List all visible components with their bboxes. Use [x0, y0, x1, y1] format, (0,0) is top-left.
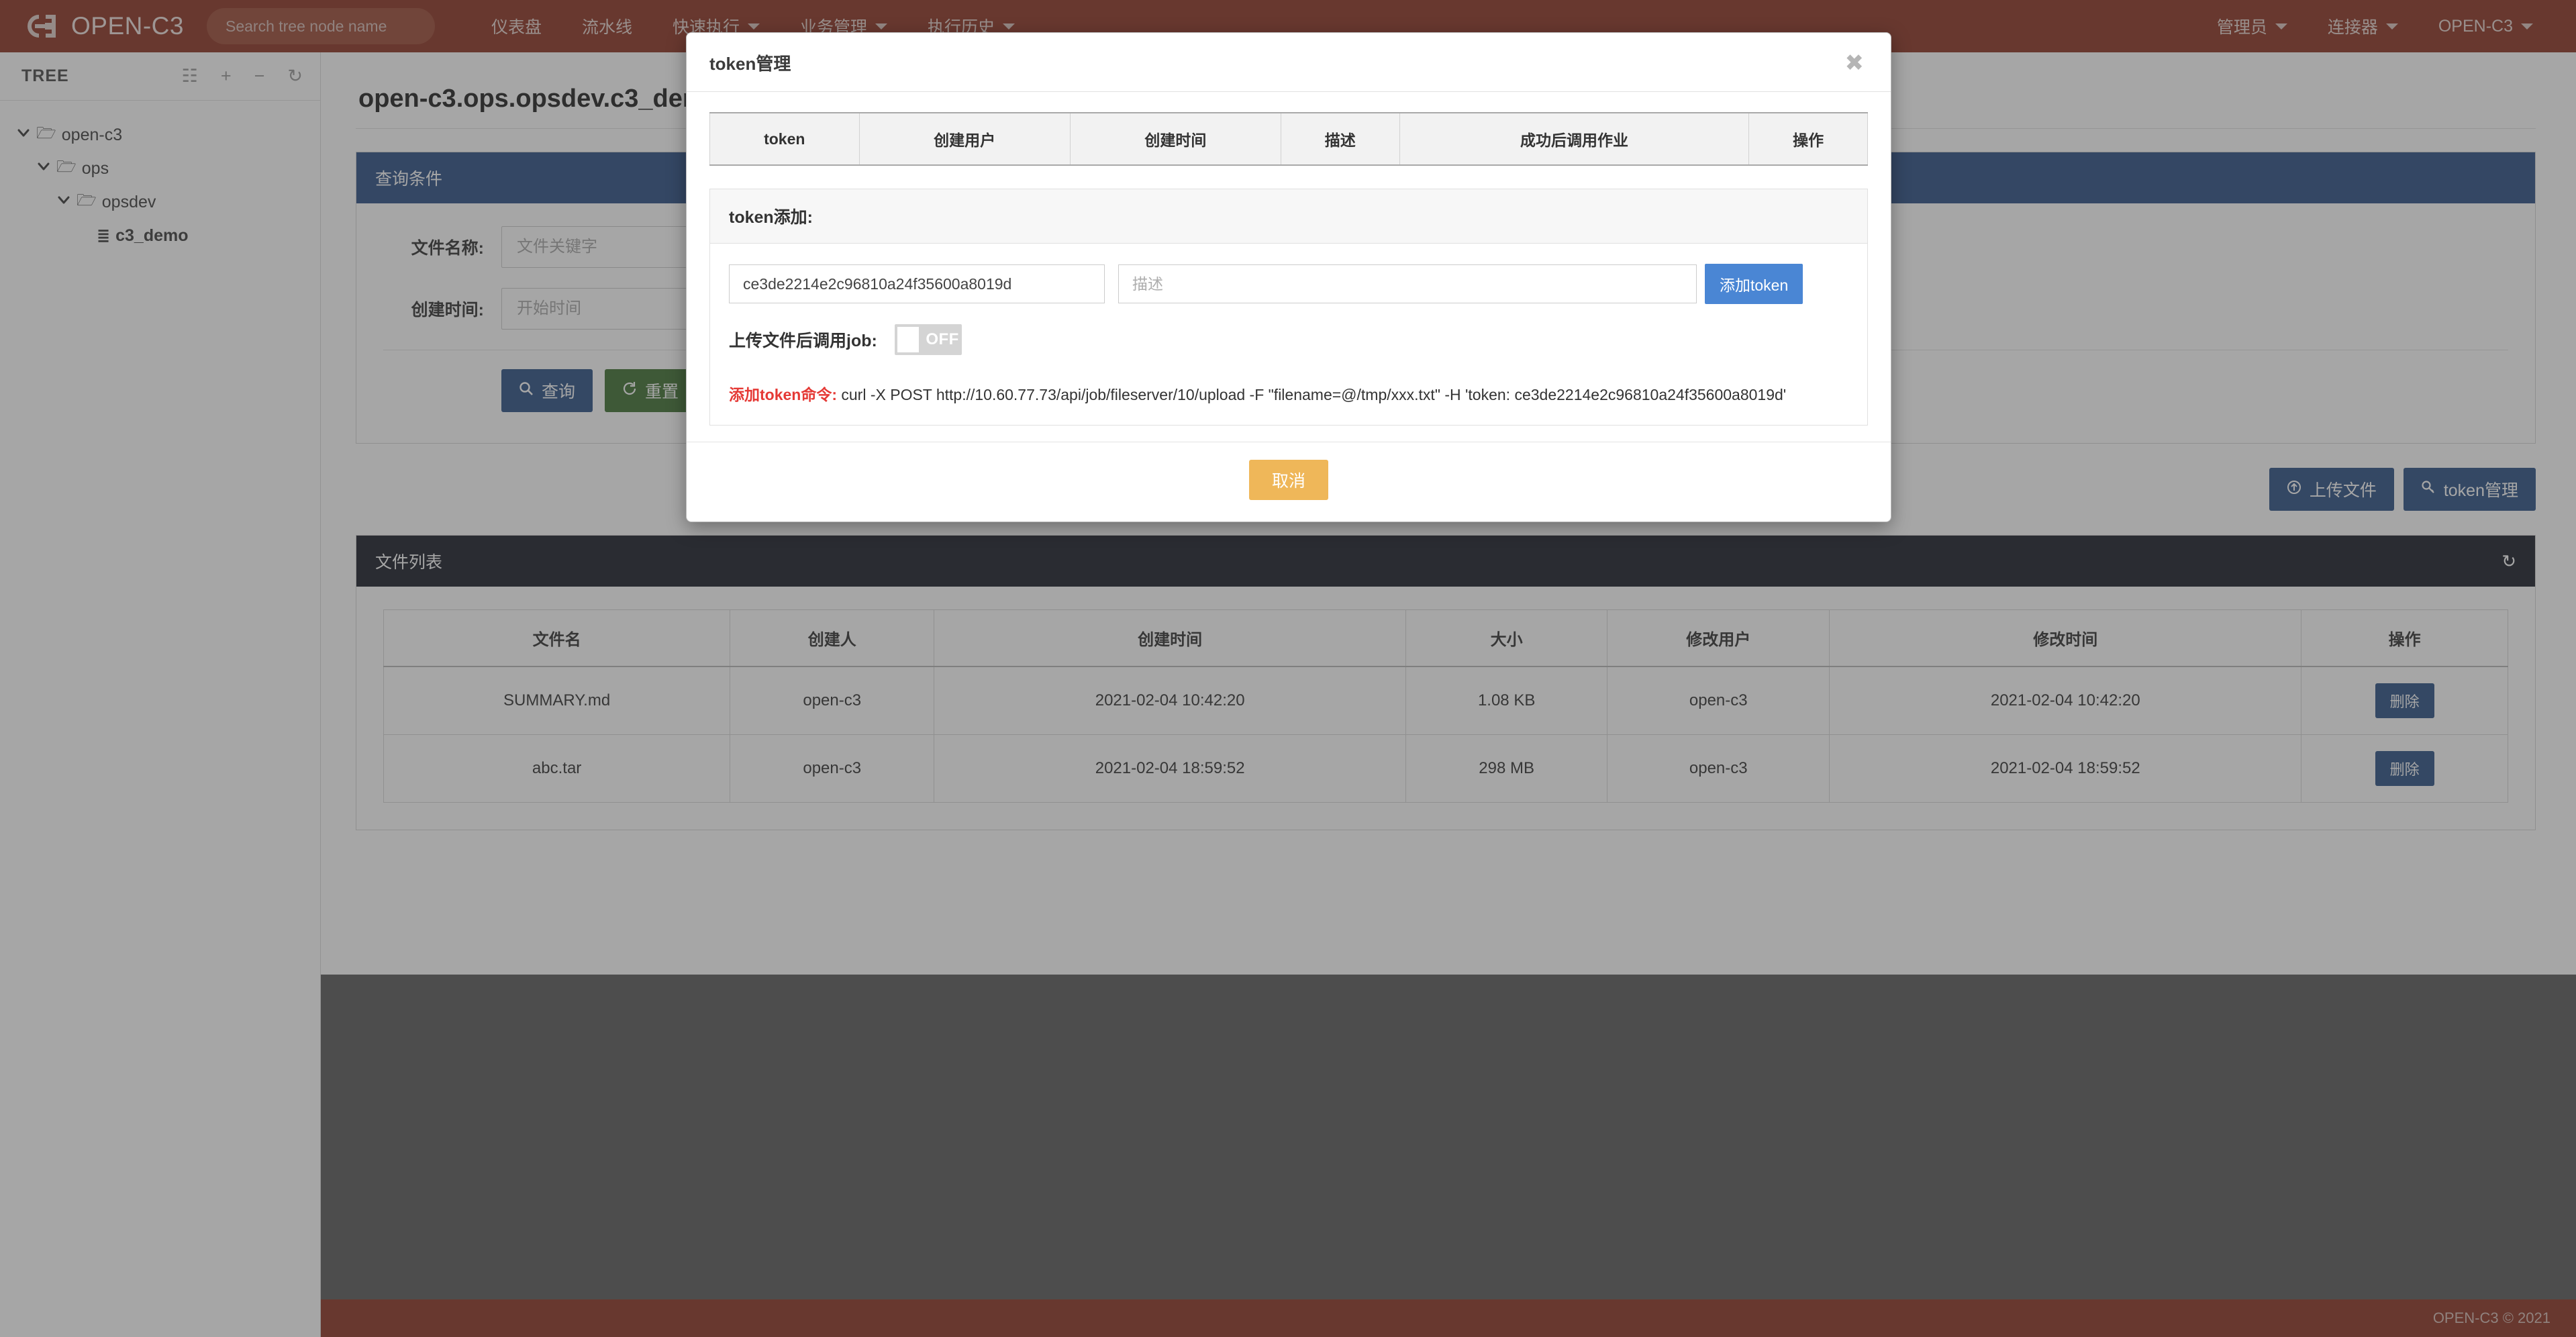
token-col-4: 成功后调用作业 [1399, 112, 1750, 166]
modal-footer: 取消 [687, 441, 1891, 522]
toggle-knob [897, 327, 920, 352]
token-add-header: token添加: [710, 189, 1867, 244]
token-add-section: token添加: 添加token 上传文件后调用job: OFF 添加token… [709, 189, 1868, 426]
token-col-3: 描述 [1281, 112, 1400, 166]
token-col-1: 创建用户 [858, 112, 1071, 166]
close-icon[interactable]: ✖ [1841, 51, 1869, 75]
modal-header: token管理 ✖ [687, 33, 1891, 92]
token-value-input[interactable] [729, 264, 1105, 303]
token-desc-input[interactable] [1118, 264, 1697, 303]
job-toggle-switch[interactable]: OFF [894, 324, 962, 355]
token-add-row: 添加token [729, 264, 1848, 304]
token-manage-modal: token管理 ✖ token 创建用户 创建时间 描述 成功后调用作业 操作 token… [686, 32, 1891, 522]
token-table: token 创建用户 创建时间 描述 成功后调用作业 操作 [709, 112, 1868, 166]
token-add-body: 添加token 上传文件后调用job: OFF 添加token命令: curl … [710, 244, 1867, 425]
command-label: 添加token命令: [729, 386, 837, 403]
token-col-2: 创建时间 [1069, 112, 1282, 166]
token-table-header-row: token 创建用户 创建时间 描述 成功后调用作业 操作 [709, 112, 1868, 166]
command-hint: 添加token命令: curl -X POST http://10.60.77.… [729, 383, 1848, 407]
modal-title: token管理 [709, 54, 791, 74]
job-toggle-row: 上传文件后调用job: OFF [729, 324, 1848, 355]
cancel-button[interactable]: 取消 [1248, 459, 1328, 500]
command-text: curl -X POST http://10.60.77.73/api/job/… [841, 386, 1787, 403]
add-token-button[interactable]: 添加token [1705, 264, 1803, 304]
job-toggle-label: 上传文件后调用job: [729, 332, 877, 350]
toggle-state-label: OFF [926, 330, 959, 348]
token-col-0: token [709, 112, 860, 166]
modal-body: token创建用户创建时间描述成功后调用作业操作 token添加: 添加toke… [687, 92, 1891, 442]
token-col-5: 操作 [1748, 112, 1868, 166]
